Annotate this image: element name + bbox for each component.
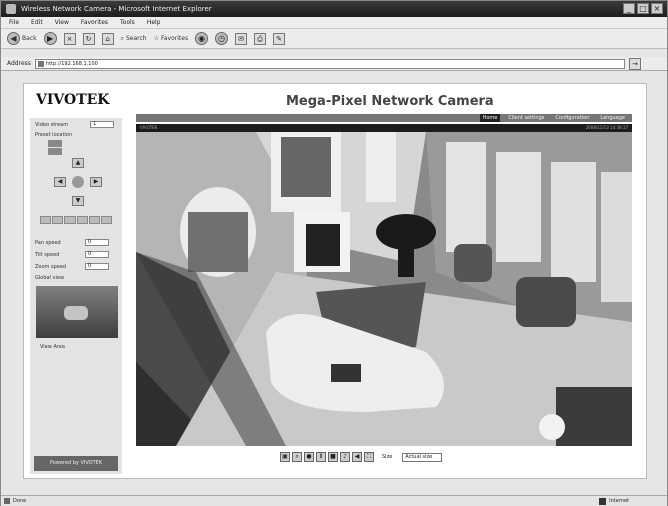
menu-view[interactable]: View [55, 17, 69, 28]
tab-client-settings[interactable]: Client settings [505, 114, 547, 122]
address-input[interactable]: http://192.168.1.100 [34, 58, 625, 69]
edit-button[interactable]: ✎ [273, 32, 286, 45]
pan-speed-label: Pan speed [35, 240, 61, 246]
live-video-view[interactable] [136, 132, 632, 446]
globe-icon [599, 497, 607, 505]
star-icon: ☆ [153, 35, 159, 42]
room-scene-image [136, 132, 632, 446]
forward-button[interactable]: ▶ [43, 32, 57, 45]
vivotek-logo: VIVOTEK [36, 92, 110, 108]
status-text: Done [13, 498, 27, 504]
global-view-thumbnail[interactable] [36, 286, 118, 338]
title-bar: Wireless Network Camera - Microsoft Inte… [1, 1, 667, 17]
back-button[interactable]: ◀ Back [7, 32, 37, 45]
browser-toolbar: ◀ Back ▶ × ↻ ⌂ ⌕ Search ☆ Favorites ◉ ◷ ✉ ⎙… [1, 29, 667, 49]
stream-select[interactable]: 1 [90, 121, 114, 128]
page-icon [4, 498, 10, 504]
search-button[interactable]: ⌕ Search [121, 35, 147, 43]
page-title: Mega-Pixel Network Camera [286, 94, 494, 109]
go-button[interactable]: → [628, 57, 641, 70]
record-button[interactable]: ● [304, 452, 314, 462]
focus-far-button[interactable] [76, 216, 88, 224]
zoom-out-button[interactable] [40, 216, 52, 224]
tilt-speed-select[interactable]: 0 [85, 251, 109, 258]
volume-button[interactable]: ◀ [352, 452, 362, 462]
stop-button[interactable]: × [63, 32, 76, 45]
address-bar: Address http://192.168.1.100 → [1, 57, 667, 71]
tilt-up-button[interactable]: ▲ [72, 158, 84, 168]
browser-window: Wireless Network Camera - Microsoft Inte… [0, 0, 668, 506]
home-position-button[interactable] [72, 176, 84, 188]
preset-select-1[interactable] [48, 140, 62, 147]
stop-video-button[interactable]: ■ [328, 452, 338, 462]
window-title: Wireless Network Camera - Microsoft Inte… [21, 5, 212, 13]
video-label: VIVOTEK [140, 125, 158, 130]
tilt-speed-label: Tilt speed [35, 252, 60, 258]
tab-configuration[interactable]: Configuration [552, 114, 592, 122]
status-bar: Done Internet [1, 495, 667, 506]
menu-favorites[interactable]: Favorites [81, 17, 108, 28]
zoom-in-button[interactable] [52, 216, 64, 224]
preset-label: Preset location [35, 132, 73, 138]
iris-button[interactable] [100, 216, 113, 224]
pause-button[interactable]: Ⅱ [316, 452, 326, 462]
menu-edit[interactable]: Edit [31, 17, 43, 28]
video-timestamp: 2008/11/13 14:38:17 [585, 125, 628, 130]
tab-home[interactable]: Home [479, 114, 501, 122]
snapshot-button[interactable]: ▣ [280, 452, 290, 462]
media-button[interactable]: ◉ [195, 32, 209, 45]
top-nav: Home Client settings Configuration Langu… [136, 114, 632, 122]
tilt-down-button[interactable]: ▼ [72, 196, 84, 206]
menu-help[interactable]: Help [147, 17, 161, 28]
pan-right-button[interactable]: ▶ [90, 177, 102, 187]
focus-near-button[interactable] [64, 216, 76, 224]
zoom-speed-label: Zoom speed [35, 264, 67, 270]
camera-web-page: VIVOTEK Mega-Pixel Network Camera Video … [23, 83, 647, 479]
fullscreen-button[interactable]: ⛶ [364, 452, 374, 462]
minimize-button[interactable]: _ [623, 3, 635, 14]
tab-language[interactable]: Language [597, 114, 628, 122]
auto-focus-button[interactable] [88, 216, 100, 224]
search-icon: ⌕ [120, 34, 124, 42]
ptz-pad: ▲ ◀ ▶ ▼ [54, 158, 102, 206]
ie-icon [6, 4, 16, 14]
view-area-label: View Area [40, 344, 65, 350]
refresh-button[interactable]: ↻ [82, 32, 95, 45]
zoom-focus-buttons [40, 216, 113, 224]
pan-speed-select[interactable]: 0 [85, 239, 109, 246]
favorites-button[interactable]: ☆ Favorites [154, 35, 189, 42]
security-zone: Internet [609, 498, 629, 504]
menu-tools[interactable]: Tools [120, 17, 135, 28]
pan-left-button[interactable]: ◀ [54, 177, 66, 187]
close-button[interactable]: × [651, 3, 663, 14]
print-button[interactable]: ⎙ [254, 32, 267, 45]
size-select[interactable]: Actual size [402, 452, 443, 462]
stream-label: Video stream [35, 122, 69, 128]
powered-by-footer: Powered by VIVOTEK [34, 456, 118, 471]
video-header: VIVOTEK 2008/11/13 14:38:17 [136, 124, 632, 132]
zoom-speed-select[interactable]: 0 [85, 263, 109, 270]
menu-bar: File Edit View Favorites Tools Help [1, 17, 667, 29]
preset-select-2[interactable] [48, 148, 62, 155]
digital-zoom-button[interactable]: ⌕ [292, 452, 302, 462]
mic-button[interactable]: ♪ [340, 452, 350, 462]
menu-file[interactable]: File [9, 17, 19, 28]
address-label: Address [7, 60, 31, 67]
size-label: Size [382, 454, 393, 460]
global-view-label: Global view [35, 275, 65, 281]
maximize-button[interactable]: □ [637, 3, 649, 14]
control-sidebar: Video stream 1 Preset location ▲ ◀ ▶ ▼ P… [30, 118, 122, 474]
history-button[interactable]: ◷ [215, 32, 229, 45]
mail-button[interactable]: ✉ [235, 32, 248, 45]
back-arrow-icon: ◀ [7, 32, 20, 45]
home-button[interactable]: ⌂ [101, 32, 114, 45]
video-controls: ▣ ⌕ ● Ⅱ ■ ♪ ◀ ⛶ Size Actual size [280, 452, 443, 462]
